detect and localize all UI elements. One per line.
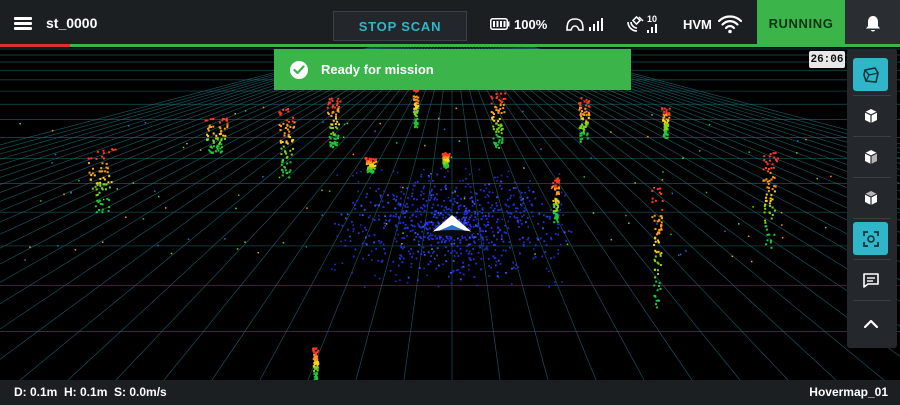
side-cube-icon bbox=[864, 149, 877, 164]
perspective-view-button[interactable] bbox=[853, 58, 888, 91]
perspective-cube-icon bbox=[862, 66, 879, 83]
recenter-target-icon bbox=[862, 230, 879, 247]
side-view-button[interactable] bbox=[853, 140, 888, 173]
point-cloud-viewport[interactable] bbox=[0, 47, 900, 380]
flight-stats: D: 0.1m H: 0.1m S: 0.0m/s bbox=[14, 385, 167, 399]
collapse-panel-button[interactable] bbox=[853, 307, 888, 340]
message-icon bbox=[862, 272, 879, 288]
satellite-icon bbox=[627, 15, 644, 32]
scan-timer: 26:06 bbox=[809, 51, 845, 68]
battery-status: 100% bbox=[490, 12, 547, 36]
top-view-button[interactable] bbox=[853, 181, 888, 214]
gps-status: 10 bbox=[625, 12, 657, 36]
view-controls-panel bbox=[847, 49, 897, 348]
signal-bars-icon bbox=[589, 18, 603, 31]
hvm-wifi-status: HVM bbox=[683, 12, 742, 36]
hamburger-menu-icon[interactable] bbox=[12, 12, 36, 34]
running-status-badge: RUNNING bbox=[757, 0, 845, 47]
hvm-label: HVM bbox=[683, 16, 712, 32]
notifications-bell-icon[interactable] bbox=[845, 0, 900, 47]
wifi-icon bbox=[717, 15, 742, 34]
hovermap-unit-name: Hovermap_01 bbox=[809, 385, 888, 399]
check-circle-icon bbox=[290, 60, 308, 79]
gps-signal-bars-icon bbox=[647, 24, 657, 33]
drone-icon bbox=[566, 18, 584, 31]
chevron-up-icon bbox=[863, 319, 878, 328]
recenter-view-button[interactable] bbox=[853, 222, 888, 255]
ready-toast: Ready for mission bbox=[274, 49, 631, 90]
bottom-status-bar: D: 0.1m H: 0.1m S: 0.0m/s Hovermap_01 bbox=[0, 380, 900, 405]
top-bar: st_0000 STOP SCAN 100% 10 HVM RUNNING bbox=[0, 0, 900, 47]
toast-message: Ready for mission bbox=[321, 62, 434, 77]
stop-scan-button[interactable]: STOP SCAN bbox=[333, 11, 467, 41]
gps-satellite-count: 10 bbox=[647, 14, 658, 24]
point-cloud-canvas[interactable] bbox=[0, 47, 900, 380]
device-name: st_0000 bbox=[46, 15, 98, 31]
drone-link-status bbox=[565, 12, 604, 36]
top-cube-icon bbox=[864, 190, 877, 205]
battery-percent: 100% bbox=[514, 16, 548, 32]
message-button[interactable] bbox=[853, 263, 888, 296]
battery-icon bbox=[490, 18, 510, 30]
front-view-button[interactable] bbox=[853, 99, 888, 132]
front-cube-icon bbox=[864, 108, 877, 123]
